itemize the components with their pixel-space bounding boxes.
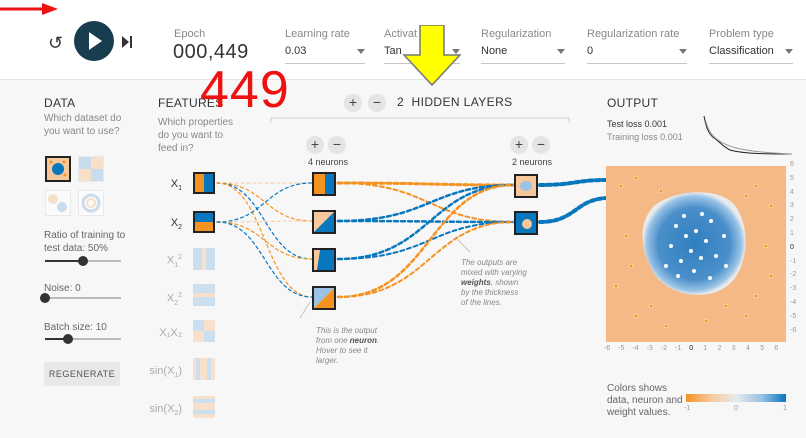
neuron-l1-n4[interactable]: [312, 286, 336, 310]
x-tick-label: -2: [660, 345, 668, 352]
y-tick-label: 6: [790, 161, 794, 168]
y-tick-label: -3: [790, 285, 797, 293]
y-tick-label: 2: [790, 216, 794, 224]
x-tick-label: 0: [689, 345, 694, 352]
x-tick-label: 6: [774, 345, 779, 352]
neuron-l1-n3[interactable]: [312, 248, 336, 272]
x-tick-label: 4: [746, 345, 750, 352]
output-plot[interactable]: [606, 166, 786, 342]
x-tick-label: -4: [632, 345, 639, 352]
y-tick-label: 5: [790, 174, 794, 182]
neuron-note: This is the output from one neuron. Hove…: [316, 326, 380, 365]
x-tick-label: -3: [646, 345, 653, 352]
legend-max: 1: [783, 405, 787, 412]
x-tick-label: 2: [717, 345, 722, 352]
neuron-l1-n2[interactable]: [312, 210, 336, 234]
y-tick-label: -6: [790, 326, 797, 334]
weights-note: The outputs are mixed with varying weigh…: [461, 258, 527, 307]
y-tick-label: 3: [790, 202, 794, 210]
legend-mid: 0: [734, 405, 738, 412]
x-tick-label: -6: [604, 345, 611, 352]
x-tick-label: -5: [618, 345, 625, 352]
x-tick-label: 1: [703, 345, 708, 352]
color-legend-bar: [686, 394, 786, 402]
output-title: OUTPUT: [607, 96, 659, 110]
y-tick-label: 1: [790, 230, 794, 237]
y-tick-label: -5: [790, 312, 797, 320]
neuron-l2-n2[interactable]: [514, 211, 538, 235]
y-tick-label: -1: [790, 257, 797, 265]
legend-text-1: Colors shows: [607, 383, 668, 394]
legend-text-3: weight values.: [607, 407, 671, 418]
loss-curve: [703, 115, 792, 155]
neuron-l2-n1[interactable]: [514, 174, 538, 198]
x-tick-label: -1: [675, 345, 682, 352]
test-loss: Test loss 0.001: [607, 119, 668, 129]
training-loss: Training loss 0.001: [607, 132, 683, 142]
x-tick-label: 3: [731, 345, 736, 352]
y-tick-label: -4: [790, 299, 797, 306]
legend-min: -1: [684, 405, 691, 412]
y-tick-label: 0: [790, 243, 794, 251]
y-tick-label: -2: [790, 271, 797, 279]
neuron-l1-n1[interactable]: [312, 172, 336, 196]
x-tick-label: 5: [760, 345, 765, 352]
y-tick-label: 4: [790, 188, 794, 196]
legend-text-2: data, neuron and: [607, 395, 683, 406]
